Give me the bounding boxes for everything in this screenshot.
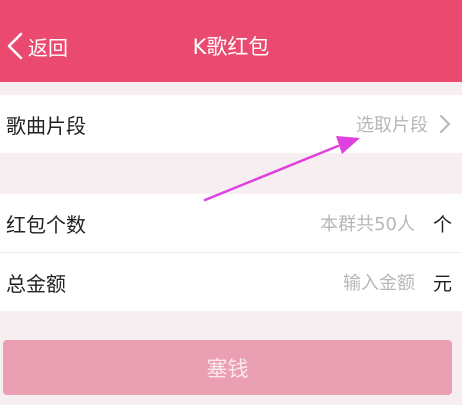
amount-unit: 元 <box>432 272 452 295</box>
song-clip-row[interactable]: 歌曲片段 选取片段 <box>0 95 462 153</box>
select-clip-value[interactable]: 选取片段 <box>356 111 428 137</box>
red-packet-count-label: 红包个数 <box>6 212 86 237</box>
count-unit: 个 <box>432 213 452 236</box>
red-packet-count-row: 红包个数 本群共50人 个 <box>0 194 462 252</box>
page-title: K歌红包 <box>192 35 270 59</box>
red-packet-count-input[interactable]: 本群共50人 <box>320 210 415 236</box>
status-bar <box>0 0 462 10</box>
total-amount-input[interactable]: 输入金额 <box>343 269 415 295</box>
chevron-right-icon <box>440 115 450 133</box>
total-amount-label: 总金额 <box>6 271 66 296</box>
navigation-bar: 返回 K歌红包 <box>0 10 462 82</box>
total-amount-row: 总金额 输入金额 元 <box>0 253 462 311</box>
song-clip-label: 歌曲片段 <box>6 113 86 138</box>
submit-money-button[interactable]: 塞钱 <box>3 340 452 395</box>
